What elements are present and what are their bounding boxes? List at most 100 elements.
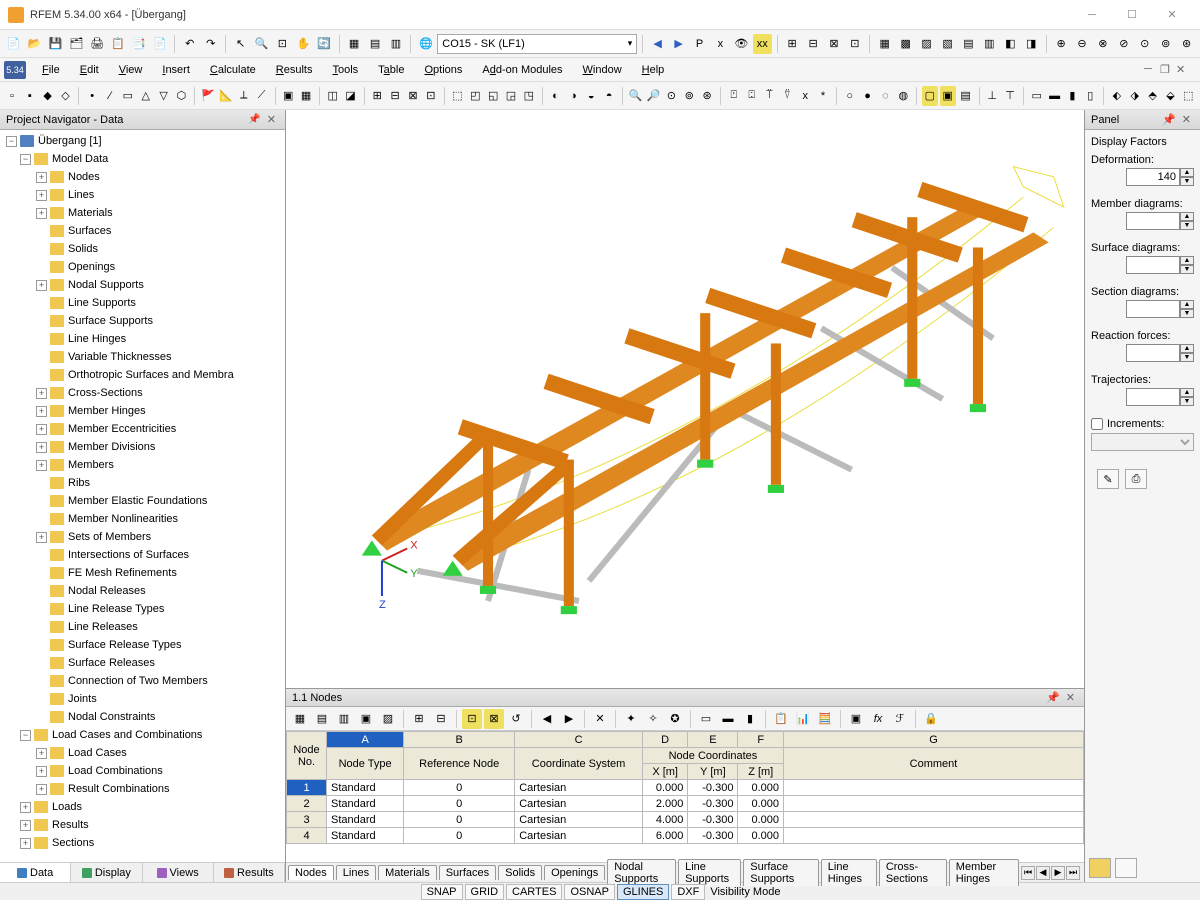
r3-icon[interactable]: 👁 <box>732 34 751 54</box>
nav-tab-results[interactable]: Results <box>214 863 285 882</box>
tt-5[interactable]: ▨ <box>378 709 398 729</box>
tab-next[interactable]: ▶ <box>1051 866 1065 880</box>
t2-8[interactable]: △ <box>138 86 154 106</box>
undo-icon[interactable]: ↶ <box>180 34 199 54</box>
t2-14[interactable]: ⟋ <box>254 86 270 106</box>
t2-29[interactable]: ◑ <box>565 86 581 106</box>
col-letter-f[interactable]: F <box>738 732 784 748</box>
redo-icon[interactable]: ↷ <box>201 34 220 54</box>
t2-15[interactable]: ▣ <box>280 86 296 106</box>
tree-model-data[interactable]: −Model Data <box>2 150 283 168</box>
tree-item[interactable]: Line Hinges <box>2 330 283 348</box>
next-icon[interactable]: ▶ <box>669 34 688 54</box>
tree-item[interactable]: Connection of Two Members <box>2 672 283 690</box>
tree-item[interactable]: +Nodal Supports <box>2 276 283 294</box>
r15-icon[interactable]: ◧ <box>1001 34 1020 54</box>
table-row[interactable]: 3Standard0Cartesian4.000-0.3000.000 <box>287 812 1084 828</box>
tt-4[interactable]: ▣ <box>356 709 376 729</box>
col-letter-c[interactable]: C <box>515 732 643 748</box>
tree-item[interactable]: +Results <box>2 816 283 834</box>
mdi-min-icon[interactable]: ─ <box>1144 63 1158 77</box>
t2-22[interactable]: ⊡ <box>423 86 439 106</box>
member-down[interactable]: ▼ <box>1180 221 1194 230</box>
menu-file[interactable]: File <box>32 61 70 79</box>
cursor-icon[interactable]: ↖ <box>231 34 250 54</box>
table-tab[interactable]: Nodal Supports <box>607 859 676 886</box>
menu-table[interactable]: Table <box>368 61 414 79</box>
nav-tab-data[interactable]: Data <box>0 863 71 882</box>
nav-tab-display[interactable]: Display <box>71 863 142 882</box>
close-button[interactable]: ✕ <box>1152 1 1192 29</box>
loadcase-combo[interactable]: CO15 - SK (LF1) <box>437 34 637 54</box>
reaction-input[interactable] <box>1126 344 1180 362</box>
t2-51[interactable]: ⊤ <box>1002 86 1018 106</box>
tt-16[interactable]: ✪ <box>665 709 685 729</box>
r21-icon[interactable]: ⊙ <box>1135 34 1154 54</box>
tree-item[interactable]: Variable Thicknesses <box>2 348 283 366</box>
t2-21[interactable]: ⊠ <box>405 86 421 106</box>
tree-item[interactable]: Nodal Releases <box>2 582 283 600</box>
tree-item[interactable]: +Members <box>2 456 283 474</box>
t2-58[interactable]: ⬘ <box>1145 86 1161 106</box>
table-tab[interactable]: Surface Supports <box>743 859 819 886</box>
paste-icon[interactable]: 📄 <box>150 34 169 54</box>
menu-help[interactable]: Help <box>632 61 675 79</box>
tree-item[interactable]: +Load Cases <box>2 744 283 762</box>
traject-down[interactable]: ▼ <box>1180 397 1194 406</box>
t2-23[interactable]: ⬚ <box>450 86 466 106</box>
tree-item[interactable]: +Nodes <box>2 168 283 186</box>
r12-icon[interactable]: ▧ <box>938 34 957 54</box>
table-tab[interactable]: Nodes <box>288 865 334 880</box>
menu-tools[interactable]: Tools <box>322 61 368 79</box>
t2-56[interactable]: ⬖ <box>1109 86 1125 106</box>
copy-icon[interactable]: 📑 <box>130 34 149 54</box>
tt-22[interactable]: 🧮 <box>815 709 835 729</box>
tt-13[interactable]: ✕ <box>590 709 610 729</box>
zoomfit-icon[interactable]: ⊡ <box>273 34 292 54</box>
t2-41[interactable]: x <box>797 86 813 106</box>
status-snap[interactable]: SNAP <box>421 884 463 900</box>
t2-50[interactable]: ⊥ <box>984 86 1000 106</box>
tree-item[interactable]: Surface Release Types <box>2 636 283 654</box>
new-icon[interactable]: 📄 <box>4 34 23 54</box>
saveall-icon[interactable]: 🗂 <box>67 34 86 54</box>
t2-9[interactable]: ▽ <box>156 86 172 106</box>
mdi-restore-icon[interactable]: ❐ <box>1160 63 1174 77</box>
tree-item[interactable]: +Cross-Sections <box>2 384 283 402</box>
tree-item[interactable]: Line Release Types <box>2 600 283 618</box>
section-diag-input[interactable] <box>1126 300 1180 318</box>
t2-2[interactable]: ▪ <box>22 86 38 106</box>
tt-23[interactable]: ▣ <box>846 709 866 729</box>
tt-15[interactable]: ✧ <box>643 709 663 729</box>
menu-results[interactable]: Results <box>266 61 323 79</box>
t2-27[interactable]: ◳ <box>521 86 537 106</box>
t2-38[interactable]: ⍠ <box>744 86 760 106</box>
pin-icon[interactable]: 📌 <box>245 114 263 125</box>
mdi-close-icon[interactable]: ✕ <box>1176 63 1190 77</box>
panel-icon[interactable]: ▥ <box>386 34 405 54</box>
r7-icon[interactable]: ⊠ <box>825 34 844 54</box>
t2-40[interactable]: ⍢ <box>779 86 795 106</box>
tree-item[interactable]: +Result Combinations <box>2 780 283 798</box>
table-tab[interactable]: Line Supports <box>678 859 741 886</box>
nav-tab-views[interactable]: Views <box>143 863 214 882</box>
tt-24[interactable]: fx <box>868 709 888 729</box>
table-tab[interactable]: Surfaces <box>439 865 496 880</box>
t2-54[interactable]: ▮ <box>1065 86 1081 106</box>
r14-icon[interactable]: ▥ <box>980 34 999 54</box>
t2-57[interactable]: ⬗ <box>1127 86 1143 106</box>
tt-21[interactable]: 📊 <box>793 709 813 729</box>
r22-icon[interactable]: ⊚ <box>1156 34 1175 54</box>
tree-item[interactable]: +Sections <box>2 834 283 852</box>
rp-edit-icon[interactable]: ✎ <box>1097 469 1119 489</box>
section-down[interactable]: ▼ <box>1180 309 1194 318</box>
t2-13[interactable]: ⟂ <box>236 86 252 106</box>
tree-item[interactable]: Orthotropic Surfaces and Membra <box>2 366 283 384</box>
close-panel-icon[interactable]: ✕ <box>264 113 279 126</box>
minimize-button[interactable]: ─ <box>1072 1 1112 29</box>
t2-30[interactable]: ◒ <box>583 86 599 106</box>
col-ref-node[interactable]: Reference Node <box>404 748 515 780</box>
t2-25[interactable]: ◱ <box>485 86 501 106</box>
tree-item[interactable]: Line Releases <box>2 618 283 636</box>
table-tab[interactable]: Lines <box>336 865 376 880</box>
